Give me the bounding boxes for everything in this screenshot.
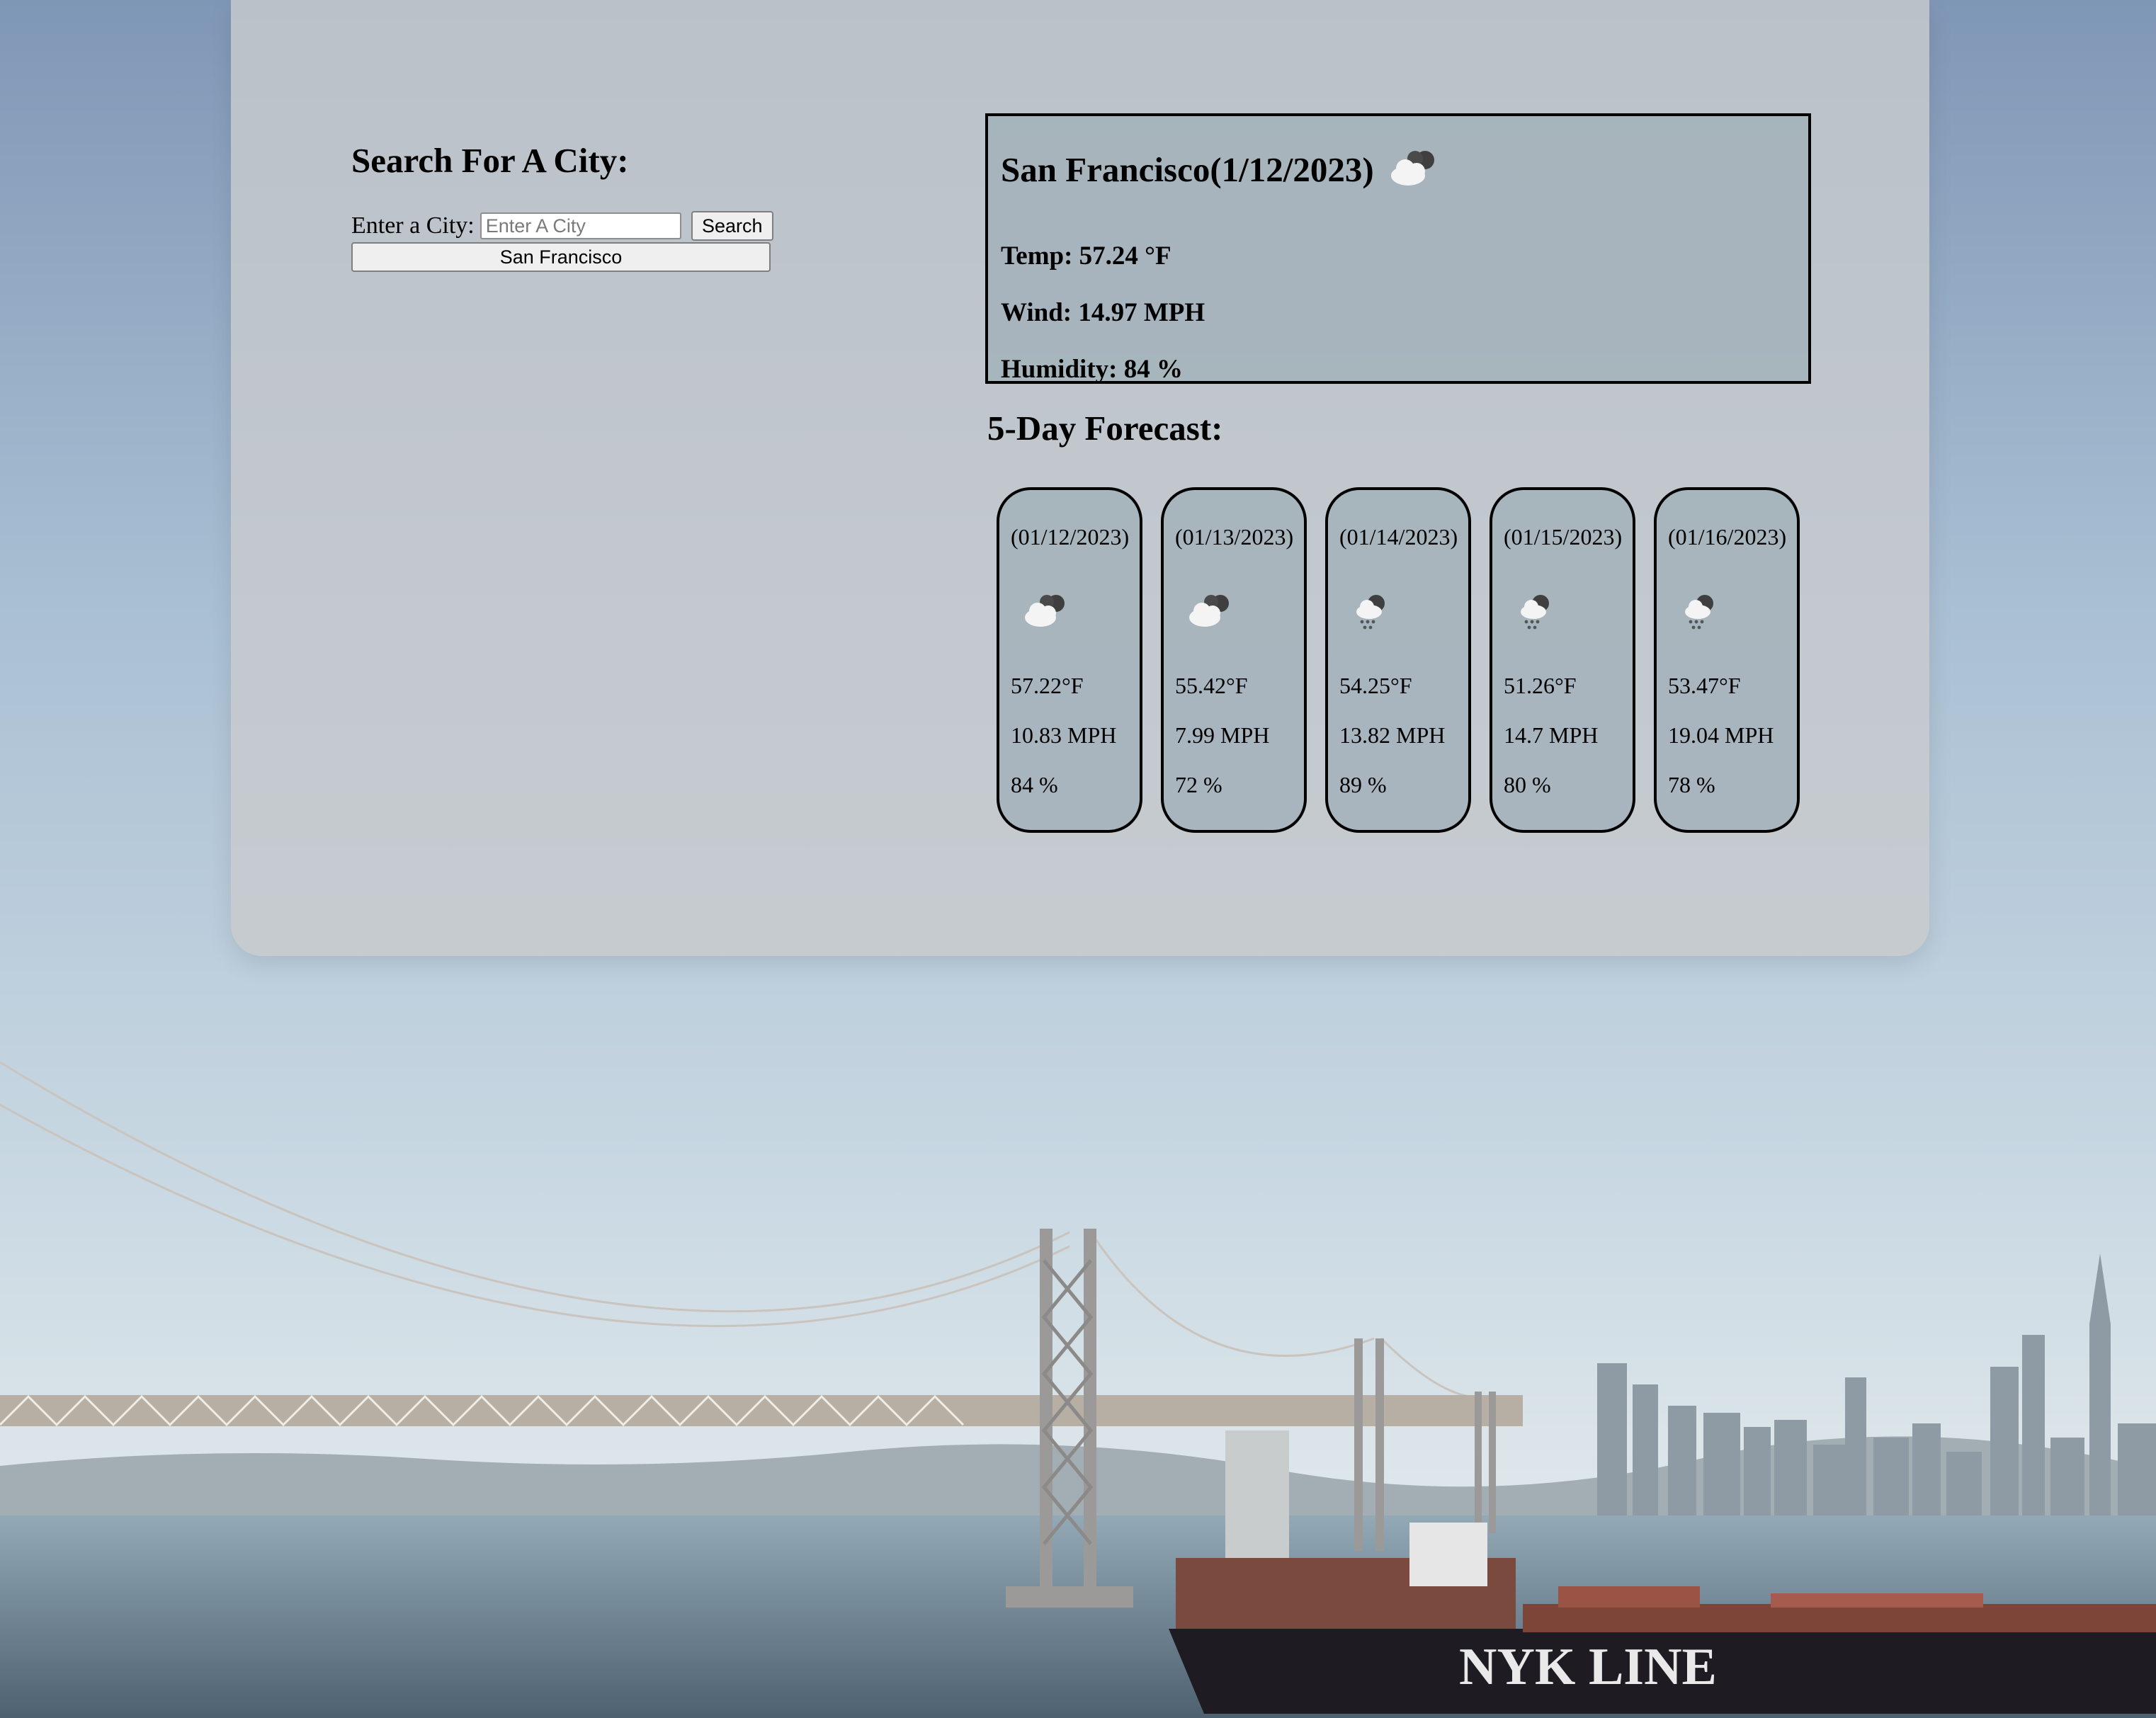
forecast-wind: 13.82 MPH — [1339, 722, 1446, 748]
search-button[interactable]: Search — [691, 211, 773, 241]
forecast-temp: 57.22°F — [1011, 673, 1084, 698]
forecast-wind: 7.99 MPH — [1175, 722, 1270, 748]
city-search-input[interactable] — [480, 212, 681, 239]
forecast-card: (01/16/2023) 53.47°F 19.04 MPH 78 % — [1654, 487, 1800, 833]
current-humidity: Humidity: 84 % — [1001, 355, 1183, 384]
search-heading: Search For A City: — [351, 141, 629, 180]
forecast-card: (01/15/2023) 51.26°F 14.7 MPH 80 % — [1490, 487, 1635, 833]
forecast-humidity: 72 % — [1175, 772, 1222, 797]
search-history-list: San Francisco — [351, 242, 771, 272]
forecast-humidity: 80 % — [1504, 772, 1551, 797]
forecast-temp: 51.26°F — [1504, 673, 1577, 698]
current-city-date: San Francisco(1/12/2023) — [1001, 144, 1443, 194]
current-title-text: San Francisco(1/12/2023) — [1001, 149, 1374, 189]
forecast-wind: 14.7 MPH — [1504, 722, 1599, 748]
rain-cloud-icon — [1521, 595, 1549, 630]
city-input-label: Enter a City: — [351, 212, 475, 239]
cloud-icon — [1189, 595, 1229, 627]
forecast-card: (01/14/2023) 54.25°F 13.82 MPH 89 % — [1325, 487, 1471, 833]
rain-cloud-icon — [1685, 595, 1713, 630]
cloud-icon — [1390, 151, 1434, 186]
forecast-humidity: 84 % — [1011, 772, 1058, 797]
forecast-date: (01/16/2023) — [1668, 524, 1787, 550]
forecast-card: (01/12/2023) 57.22°F 10.83 MPH 84 % — [997, 487, 1142, 833]
search-form: Enter a City: Search — [351, 210, 773, 242]
forecast-date: (01/15/2023) — [1504, 524, 1623, 550]
ship-lettering: NYK LINE — [1459, 1638, 1717, 1696]
rain-cloud-icon — [1356, 595, 1385, 630]
forecast-humidity: 78 % — [1668, 772, 1715, 797]
forecast-heading: 5-Day Forecast: — [987, 409, 1223, 448]
current-weather-card: San Francisco(1/12/2023) Temp: 57.24 °F … — [985, 113, 1811, 384]
forecast-wind: 19.04 MPH — [1668, 722, 1774, 748]
forecast-date: (01/14/2023) — [1339, 524, 1458, 550]
forecast-humidity: 89 % — [1339, 772, 1387, 797]
forecast-temp: 55.42°F — [1175, 673, 1248, 698]
forecast-card: (01/13/2023) 55.42°F 7.99 MPH 72 % — [1161, 487, 1307, 833]
current-wind: Wind: 14.97 MPH — [1001, 298, 1205, 327]
forecast-date: (01/13/2023) — [1175, 524, 1294, 550]
forecast-temp: 53.47°F — [1668, 673, 1741, 698]
cloud-icon — [1025, 595, 1065, 627]
history-city-button[interactable]: San Francisco — [351, 242, 771, 272]
forecast-date: (01/12/2023) — [1011, 524, 1130, 550]
current-temp: Temp: 57.24 °F — [1001, 241, 1171, 271]
forecast-temp: 54.25°F — [1339, 673, 1412, 698]
forecast-wind: 10.83 MPH — [1011, 722, 1117, 748]
